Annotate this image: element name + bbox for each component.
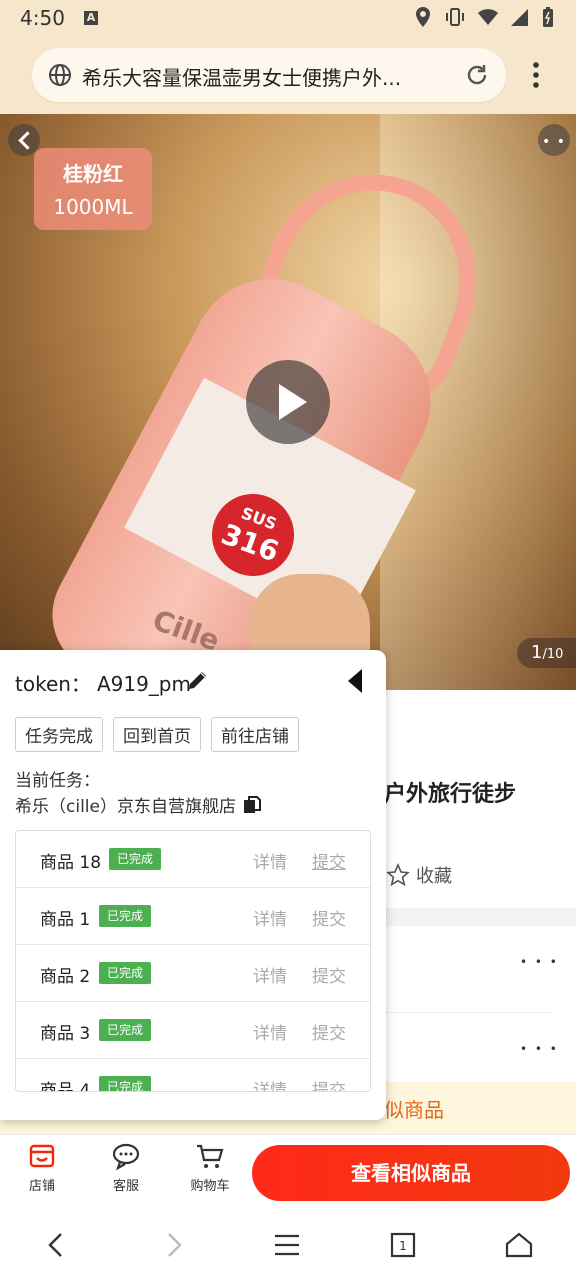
globe-icon xyxy=(48,63,72,87)
chat-service-icon xyxy=(111,1141,141,1171)
submit-link[interactable]: 提交 xyxy=(312,962,346,987)
status-time: 4:50 xyxy=(20,6,65,30)
back-arrow-icon[interactable] xyxy=(8,124,40,156)
list-item: 商品 2 已完成 详情 提交 xyxy=(16,945,370,1002)
browser-nav-bar: 1 xyxy=(0,1208,576,1280)
goto-store-button[interactable]: 前往店铺 xyxy=(211,717,299,752)
spec-divider xyxy=(384,1012,550,1013)
location-icon xyxy=(414,6,432,28)
submit-link[interactable]: 提交 xyxy=(312,1019,346,1044)
submit-link[interactable]: 提交 xyxy=(312,1076,346,1091)
store-icon xyxy=(27,1141,57,1171)
cart-label: 购物车 xyxy=(190,1179,230,1194)
more-dots-icon[interactable]: • • xyxy=(538,124,570,156)
product-title-fragment: 户外旅行徒步 xyxy=(384,782,517,807)
task-panel: token： A919_pm 任务完成 回到首页 前往店铺 当前任务： 希乐（ci… xyxy=(0,650,386,1120)
reload-icon[interactable] xyxy=(464,62,490,88)
star-icon xyxy=(386,862,410,887)
battery-icon xyxy=(542,6,560,28)
list-item: 商品 4 已完成 详情 提交 xyxy=(16,1059,370,1092)
url-text[interactable]: 希乐大容量保温壶男女士便携户外... xyxy=(82,62,462,91)
favorite-button[interactable]: 收藏 xyxy=(386,862,452,888)
service-label: 客服 xyxy=(112,1179,139,1194)
browser-top-area: 4:50 A 希乐大容量保温壶男女士便携户外... xyxy=(0,0,576,114)
counter-total: /10 xyxy=(542,647,564,662)
status-badge: 已完成 xyxy=(99,962,152,984)
counter-current: 1 xyxy=(531,642,543,663)
item-name: 商品 18 xyxy=(40,853,102,873)
detail-link[interactable]: 详情 xyxy=(253,905,287,930)
status-badge: 已完成 xyxy=(99,1019,152,1041)
current-task: 希乐（cille）京东自营旗舰店 xyxy=(15,792,262,817)
status-badge: 已完成 xyxy=(99,1076,152,1091)
store-label: 店铺 xyxy=(28,1179,55,1194)
tag-size: 1000ML xyxy=(53,195,133,219)
current-task-label: 当前任务： xyxy=(15,771,100,791)
play-video-icon[interactable] xyxy=(246,360,330,444)
favorite-label: 收藏 xyxy=(416,866,452,887)
color-size-tag: 桂粉红 1000ML xyxy=(34,148,152,230)
nav-tabs-icon[interactable]: 1 xyxy=(388,1230,418,1260)
task-complete-button[interactable]: 任务完成 xyxy=(15,717,103,752)
nav-menu-icon[interactable] xyxy=(272,1230,302,1260)
list-item: 商品 3 已完成 详情 提交 xyxy=(16,1002,370,1059)
item-name: 商品 2 xyxy=(40,967,91,987)
kebab-menu-icon[interactable] xyxy=(524,58,548,92)
service-button[interactable]: 客服 xyxy=(96,1141,156,1194)
product-task-list: 商品 18 已完成 详情 提交 商品 1 已完成 详情 提交 商品 2 已完成 … xyxy=(15,830,371,1092)
nav-home-icon[interactable] xyxy=(504,1230,534,1260)
similar-strip-text: 似商品 xyxy=(384,1098,444,1122)
detail-link[interactable]: 详情 xyxy=(253,1076,287,1091)
spec-row-2-more[interactable]: • • • xyxy=(520,1042,559,1056)
submit-link[interactable]: 提交 xyxy=(312,905,346,930)
submit-link[interactable]: 提交 xyxy=(312,848,346,873)
status-badge: 已完成 xyxy=(99,905,152,927)
spec-row-1-more[interactable]: • • • xyxy=(520,955,559,969)
item-name: 商品 4 xyxy=(40,1081,91,1092)
back-home-button[interactable]: 回到首页 xyxy=(113,717,201,752)
detail-link[interactable]: 详情 xyxy=(253,1019,287,1044)
copy-icon[interactable] xyxy=(242,795,262,815)
app-notification-icon: A xyxy=(84,11,98,25)
signal-icon xyxy=(510,6,528,28)
token-label: token： xyxy=(15,672,91,696)
image-counter: 1/10 xyxy=(517,638,576,668)
wifi-icon xyxy=(478,6,498,28)
token-value: A919_pm xyxy=(96,672,191,696)
tabs-count: 1 xyxy=(399,1239,407,1253)
status-badge: 已完成 xyxy=(109,848,162,870)
detail-link[interactable]: 详情 xyxy=(253,848,287,873)
cart-button[interactable]: 购物车 xyxy=(180,1141,240,1194)
list-item: 商品 1 已完成 详情 提交 xyxy=(16,888,370,945)
item-name: 商品 3 xyxy=(40,1024,91,1044)
nav-forward-icon[interactable] xyxy=(158,1230,188,1260)
nav-back-icon[interactable] xyxy=(42,1230,72,1260)
vibrate-icon xyxy=(446,6,464,28)
status-icons xyxy=(414,6,560,28)
list-item: 商品 18 已完成 详情 提交 xyxy=(16,831,370,888)
url-bar[interactable]: 希乐大容量保温壶男女士便携户外... xyxy=(32,48,506,102)
cart-icon xyxy=(195,1141,225,1171)
tag-color: 桂粉红 xyxy=(63,162,123,186)
bottom-action-bar: 店铺 客服 购物车 查看相似商品 xyxy=(0,1134,576,1208)
panel-buttons: 任务完成 回到首页 前往店铺 xyxy=(15,717,299,752)
current-task-value: 希乐（cille）京东自营旗舰店 xyxy=(15,797,236,817)
collapse-panel-icon[interactable] xyxy=(346,668,364,694)
status-bar: 4:50 A xyxy=(0,0,576,36)
detail-link[interactable]: 详情 xyxy=(253,962,287,987)
item-name: 商品 1 xyxy=(40,910,91,930)
view-similar-button[interactable]: 查看相似商品 xyxy=(252,1145,570,1201)
token-line: token： A919_pm xyxy=(15,668,191,697)
store-button[interactable]: 店铺 xyxy=(12,1141,72,1194)
edit-pencil-icon[interactable] xyxy=(186,668,210,692)
